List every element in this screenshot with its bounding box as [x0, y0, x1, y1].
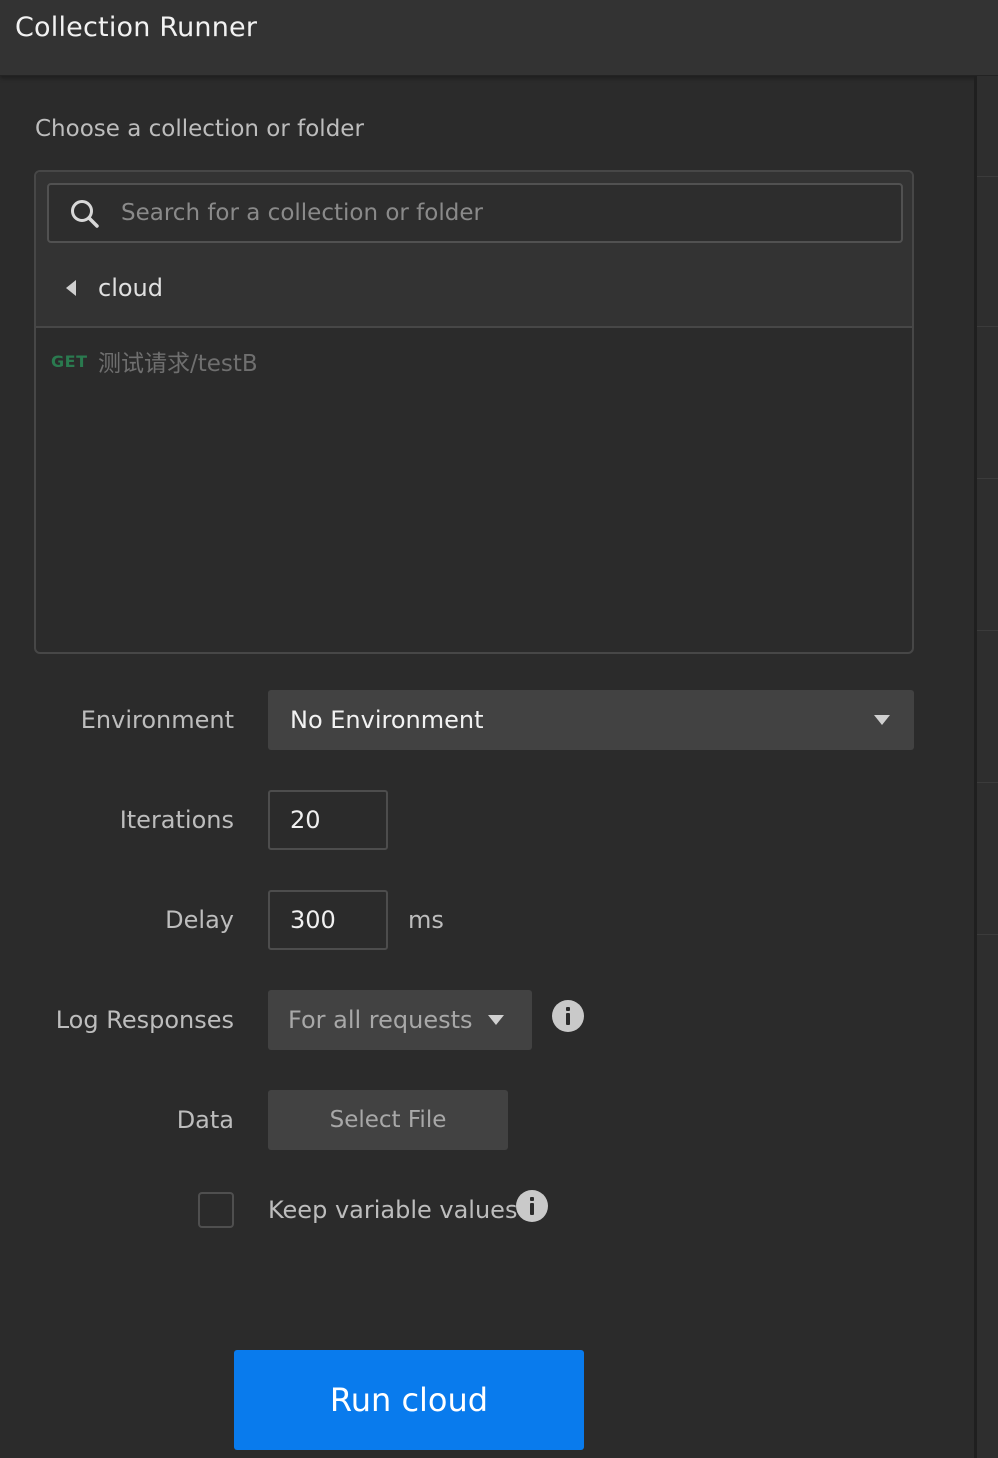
data-label: Data: [176, 1106, 234, 1134]
chevron-down-icon: [488, 1015, 504, 1025]
info-icon[interactable]: [552, 1000, 584, 1032]
search-input[interactable]: [121, 185, 881, 241]
collection-section-label: Choose a collection or folder: [35, 116, 364, 142]
caret-left-icon[interactable]: [66, 280, 76, 296]
request-item[interactable]: GET 测试请求/testB: [36, 340, 912, 384]
request-method-badge: GET: [51, 352, 88, 371]
collection-picker-header: cloud: [36, 172, 912, 328]
run-button[interactable]: Run cloud: [234, 1350, 584, 1450]
info-icon-dot: [530, 1197, 534, 1201]
keep-variables-checkbox[interactable]: [198, 1192, 234, 1228]
delay-unit: ms: [408, 906, 444, 934]
info-icon-bar: [566, 1013, 570, 1025]
log-responses-value: For all requests: [288, 1006, 473, 1034]
panel-divider: [977, 934, 998, 935]
panel-divider: [977, 176, 998, 177]
log-responses-label: Log Responses: [55, 1006, 234, 1034]
breadcrumb-label: cloud: [98, 274, 163, 302]
collection-picker: cloud GET 测试请求/testB: [34, 170, 914, 654]
select-file-button[interactable]: Select File: [268, 1090, 508, 1150]
right-side-panel: [974, 76, 998, 1458]
delay-input[interactable]: [268, 890, 388, 950]
request-name: 测试请求/testB: [98, 351, 258, 377]
iterations-input[interactable]: [268, 790, 388, 850]
iterations-label: Iterations: [119, 806, 234, 834]
panel-divider: [977, 630, 998, 631]
environment-select[interactable]: No Environment: [268, 690, 914, 750]
delay-label: Delay: [165, 906, 234, 934]
info-icon-dot: [566, 1007, 570, 1011]
panel-divider: [977, 782, 998, 783]
search-icon: [71, 200, 99, 228]
info-icon-bar: [530, 1203, 534, 1215]
panel-divider: [977, 326, 998, 327]
breadcrumb-back[interactable]: cloud: [36, 258, 912, 324]
environment-value: No Environment: [290, 706, 484, 734]
log-responses-select[interactable]: For all requests: [268, 990, 532, 1050]
title-bar: Collection Runner: [0, 0, 998, 76]
chevron-down-icon: [874, 715, 890, 725]
panel-divider: [977, 478, 998, 479]
environment-label: Environment: [80, 706, 234, 734]
window-title: Collection Runner: [15, 12, 258, 43]
search-box[interactable]: [47, 183, 903, 243]
info-icon[interactable]: [516, 1190, 548, 1222]
keep-variables-label: Keep variable values: [268, 1196, 518, 1224]
